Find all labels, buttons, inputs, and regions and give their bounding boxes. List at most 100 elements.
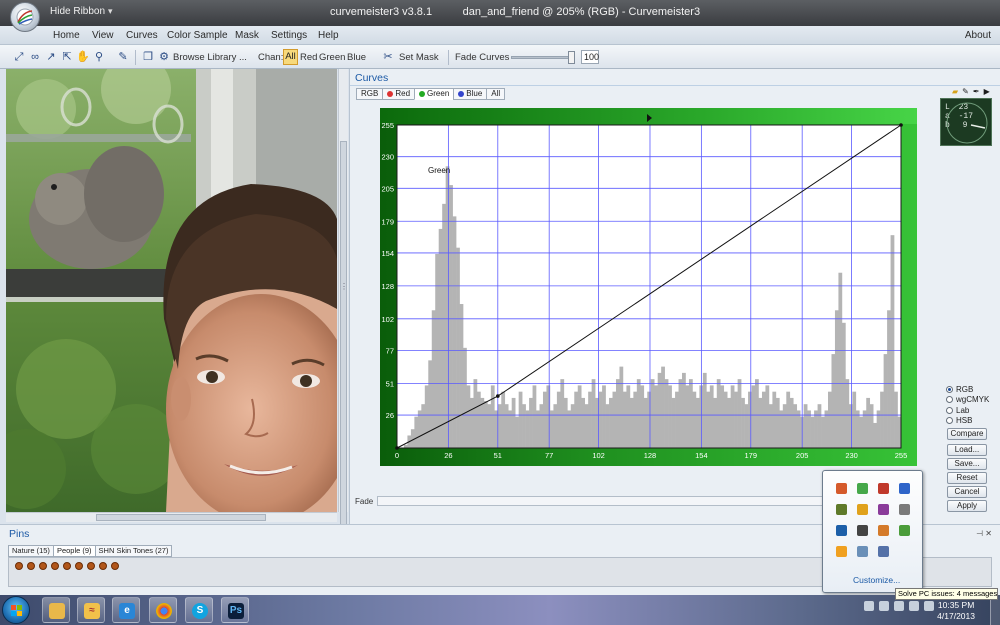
folder-icon[interactable]: ▰ <box>952 87 958 96</box>
cancel-button[interactable]: Cancel <box>947 486 987 498</box>
save-button[interactable]: Save... <box>947 458 987 470</box>
color-mode-rgb[interactable]: RGB <box>946 384 989 394</box>
zoom-tool-icon[interactable]: ⚲ <box>92 50 106 64</box>
menu-home[interactable]: Home <box>53 30 80 41</box>
glasses-tool-icon[interactable]: ∞ <box>28 50 42 64</box>
set-mask-button[interactable]: Set Mask <box>399 52 439 63</box>
power-icon[interactable] <box>924 601 934 611</box>
tab-all[interactable]: All <box>486 88 506 100</box>
image-vertical-scroll-thumb[interactable] <box>340 141 347 541</box>
image-horizontal-scrollbar[interactable] <box>6 512 337 522</box>
network-icon[interactable] <box>857 483 868 494</box>
tools-icon[interactable] <box>878 546 889 557</box>
monitor-icon[interactable] <box>857 546 868 557</box>
copy-icon[interactable]: ❐ <box>141 50 155 64</box>
panel-splitter[interactable]: ⋮ <box>340 282 348 291</box>
tab-rgb[interactable]: RGB <box>356 88 383 100</box>
pins-tab-nature[interactable]: Nature (15) <box>8 545 53 557</box>
drive-icon[interactable] <box>857 525 868 536</box>
pin-icon[interactable] <box>51 562 59 570</box>
library-icon[interactable]: ⚙ <box>157 50 171 64</box>
eyedropper-tool-icon[interactable]: ✎ <box>116 50 130 64</box>
pins-panel-controls[interactable]: ⊣ ✕ <box>976 529 992 538</box>
taskbar-curvemeister[interactable]: ≈ <box>77 597 105 623</box>
radio-cmyk[interactable] <box>946 396 953 403</box>
channel-green-button[interactable]: Green <box>319 52 345 63</box>
color-mode-hsb[interactable]: HSB <box>946 416 989 426</box>
radio-lab[interactable] <box>946 406 953 414</box>
menu-help[interactable]: Help <box>318 30 339 41</box>
radio-hsb[interactable] <box>946 417 953 424</box>
pin-icon[interactable] <box>75 562 83 570</box>
app-tray-icon[interactable] <box>899 525 910 536</box>
menu-curves[interactable]: Curves <box>126 30 158 41</box>
security-icon[interactable] <box>878 483 889 494</box>
color-mode-lab[interactable]: Lab <box>946 405 989 415</box>
hide-ribbon-button[interactable]: Hide Ribbon <box>50 6 105 17</box>
settings-icon[interactable] <box>878 525 889 536</box>
tab-blue[interactable]: Blue <box>453 88 487 100</box>
fade-slider[interactable] <box>377 496 851 506</box>
taskbar-skype[interactable]: S <box>185 597 213 623</box>
browse-library-button[interactable]: Browse Library ... <box>173 52 247 63</box>
menu-mask[interactable]: Mask <box>235 30 259 41</box>
media-icon[interactable] <box>878 504 889 515</box>
fade-curves-slider-thumb[interactable] <box>568 51 575 64</box>
customize-link[interactable]: Customize... <box>853 575 900 585</box>
hand-tool-icon[interactable]: ✋ <box>76 50 90 64</box>
play-icon[interactable]: ▶ <box>984 87 990 96</box>
pin-icon[interactable] <box>15 562 23 570</box>
taskbar-photoshop[interactable]: Ps <box>221 597 249 623</box>
speaker-icon[interactable] <box>909 601 919 611</box>
pins-tab-people[interactable]: People (9) <box>52 545 95 557</box>
mask-icon[interactable]: ✂ <box>381 50 395 64</box>
tab-red[interactable]: Red <box>382 88 415 100</box>
taskbar-chrome[interactable] <box>149 597 177 623</box>
menu-about[interactable]: About <box>965 30 991 41</box>
volume-icon[interactable] <box>836 483 847 494</box>
apply-button[interactable]: Apply <box>947 500 987 512</box>
reset-button[interactable]: Reset <box>947 472 987 484</box>
channel-red-button[interactable]: Red <box>300 52 317 63</box>
menu-view[interactable]: View <box>92 30 114 41</box>
bluetooth-icon[interactable] <box>899 483 910 494</box>
network-status-icon[interactable] <box>894 601 904 611</box>
pointer-tool-icon[interactable]: ⇱ <box>60 50 74 64</box>
action-center-icon[interactable] <box>879 601 889 611</box>
warning-icon[interactable] <box>836 546 847 557</box>
pin-icon[interactable] <box>39 562 47 570</box>
sync-icon[interactable] <box>836 504 847 515</box>
tray-expand-icon[interactable] <box>864 601 874 611</box>
channel-all-button[interactable]: All <box>283 49 298 65</box>
update-icon[interactable] <box>857 504 868 515</box>
system-clock[interactable]: 10:35 PM 4/17/2013 <box>937 600 975 622</box>
channel-blue-button[interactable]: Blue <box>347 52 366 63</box>
pin-icon[interactable] <box>63 562 71 570</box>
pin-icon[interactable] <box>99 562 107 570</box>
app-menu-button[interactable] <box>10 2 40 32</box>
curve-tool-icon[interactable]: ↗ <box>44 50 58 64</box>
fade-curves-slider[interactable] <box>511 56 575 59</box>
menu-settings[interactable]: Settings <box>271 30 307 41</box>
color-mode-cmyk[interactable]: wgCMYK <box>946 395 989 405</box>
pin-icon[interactable] <box>27 562 35 570</box>
pin-tool-icon[interactable]: ⤢ <box>12 50 26 64</box>
taskbar-internet-explorer[interactable]: e <box>112 597 140 623</box>
taskbar-explorer[interactable] <box>42 597 70 623</box>
pencil-icon[interactable]: ✎ <box>962 87 969 96</box>
start-button[interactable] <box>2 596 30 624</box>
image-canvas[interactable] <box>6 69 337 512</box>
tab-green[interactable]: Green <box>414 88 454 100</box>
dropper-icon[interactable]: ✒ <box>973 87 980 96</box>
load-button[interactable]: Load... <box>947 444 987 456</box>
help-icon[interactable] <box>836 525 847 536</box>
compare-button[interactable]: Compare <box>947 428 987 440</box>
pins-tab-skin-tones[interactable]: SHN Skin Tones (27) <box>94 545 173 557</box>
printer-icon[interactable] <box>899 504 910 515</box>
pin-icon[interactable] <box>87 562 95 570</box>
quick-access-dropdown-icon[interactable]: ▾ <box>108 6 113 17</box>
radio-rgb[interactable] <box>946 385 953 393</box>
curves-chart[interactable]: 0 26 51 77 102 128 154 179 205 230 255 26 51 77 102 128… <box>380 108 917 466</box>
fade-curves-value[interactable]: 100 <box>581 50 599 64</box>
menu-color-sample[interactable]: Color Sample <box>167 30 228 41</box>
